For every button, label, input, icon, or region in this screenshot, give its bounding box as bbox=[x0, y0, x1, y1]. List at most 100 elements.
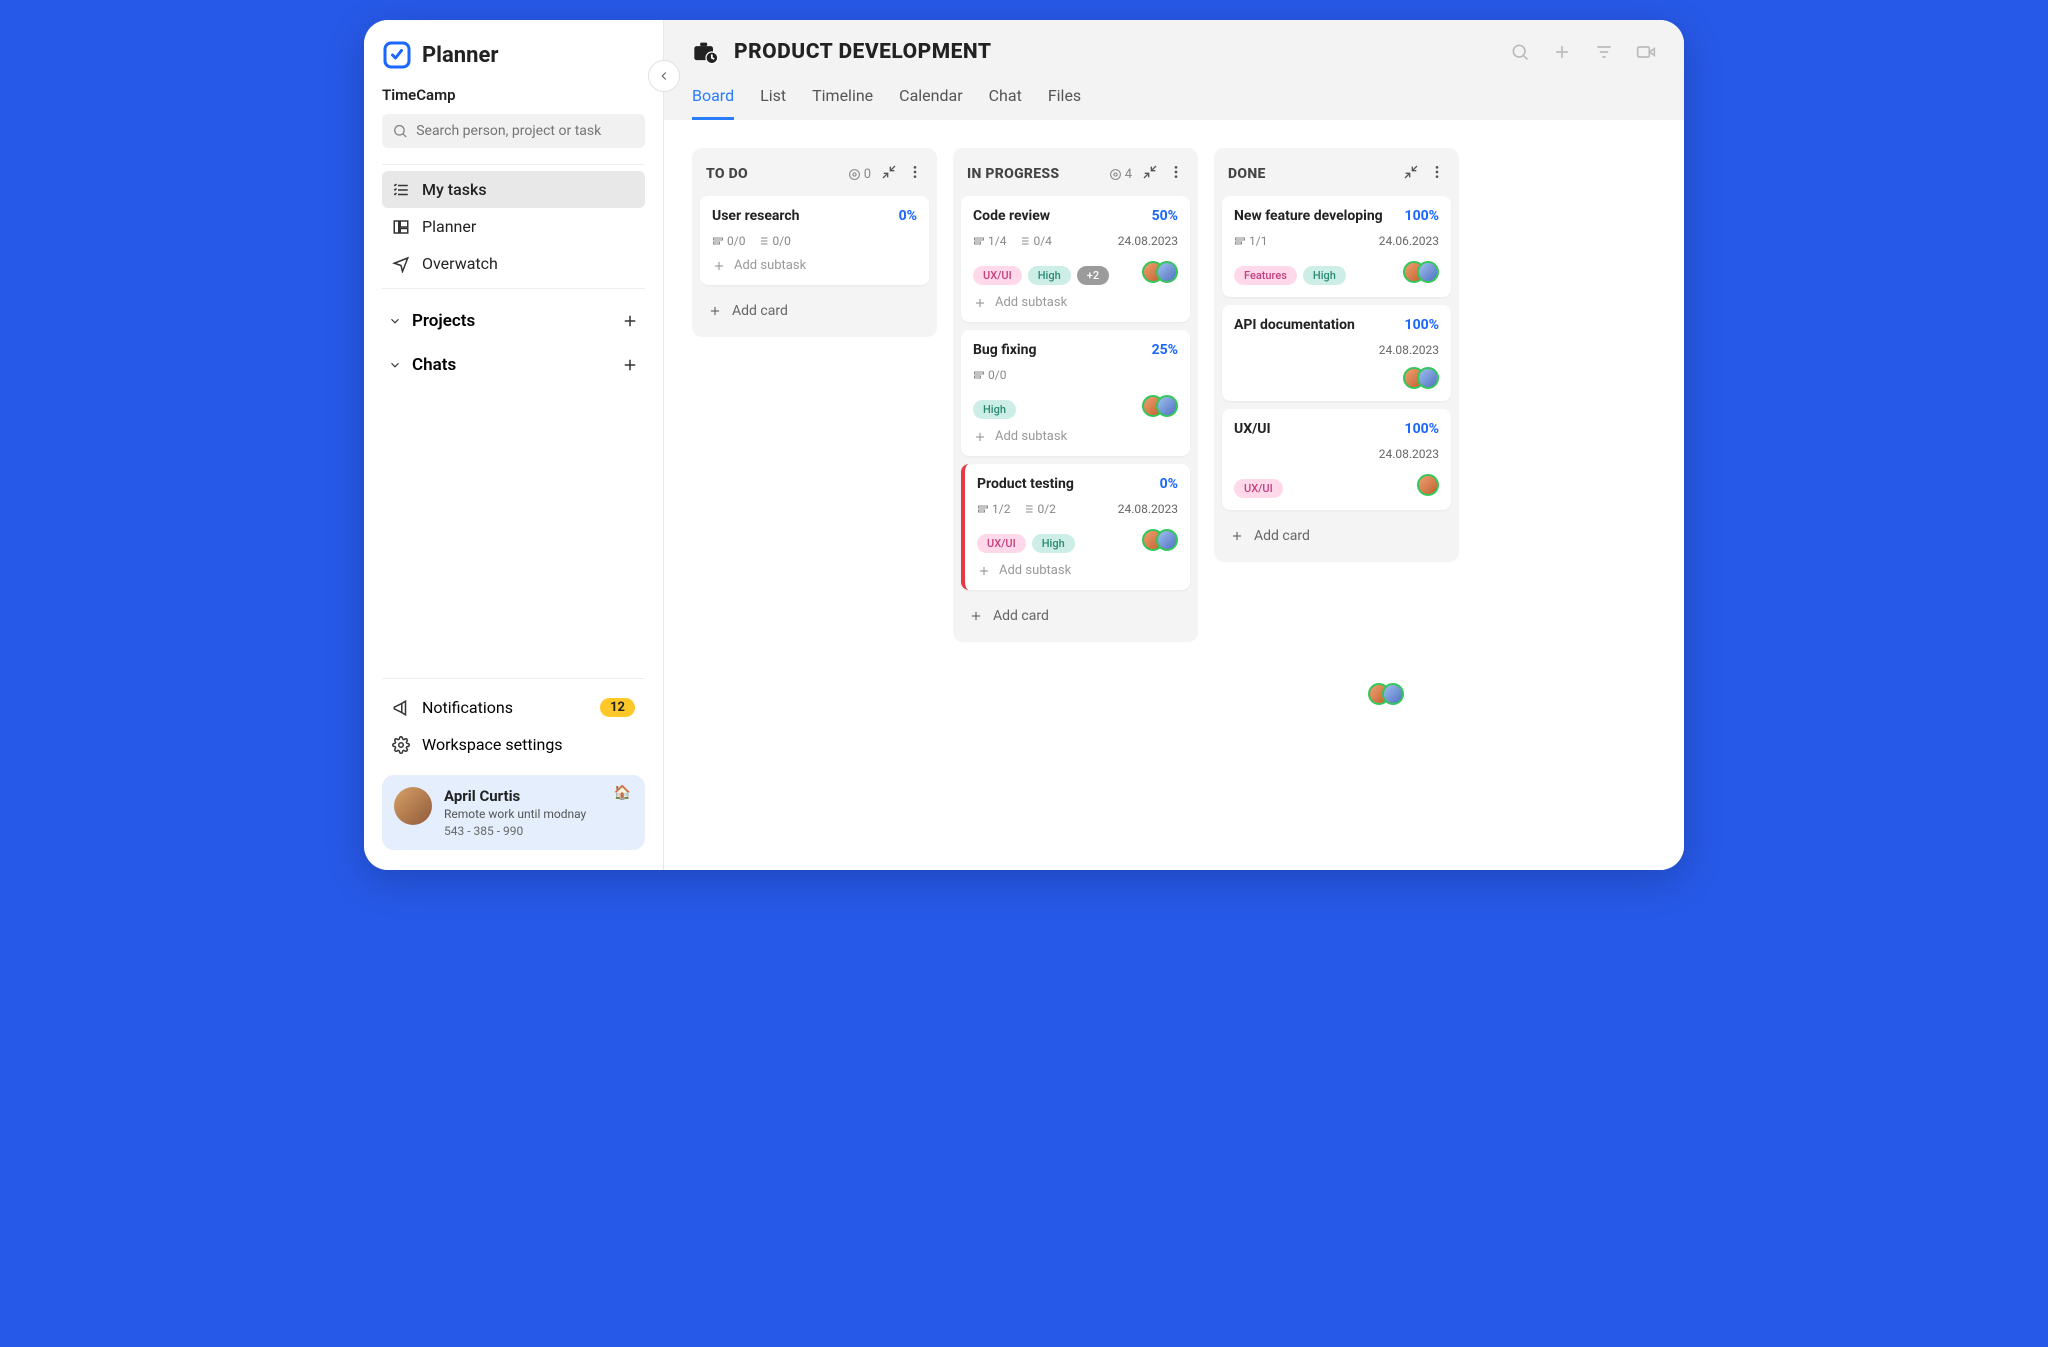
avatars[interactable] bbox=[1403, 367, 1439, 389]
task-card[interactable]: API documentation100%24.08.2023 bbox=[1222, 305, 1451, 401]
card-title: API documentation bbox=[1234, 317, 1355, 333]
add-card-button[interactable]: Add card bbox=[961, 598, 1190, 634]
tab-calendar[interactable]: Calendar bbox=[899, 80, 962, 120]
avatars[interactable] bbox=[1142, 395, 1178, 417]
avatar[interactable] bbox=[1156, 395, 1178, 417]
avatars[interactable] bbox=[1403, 261, 1439, 283]
column-header: DONE bbox=[1222, 156, 1451, 196]
task-card[interactable]: UX/UI100%24.08.2023UX/UI bbox=[1222, 409, 1451, 510]
tag[interactable]: High bbox=[1303, 266, 1346, 285]
task-card[interactable]: User research0%0/00/0Add subtask bbox=[700, 196, 929, 285]
task-card[interactable]: Code review50%1/40/424.08.2023UX/UIHigh+… bbox=[961, 196, 1190, 322]
sidebar-collapse-button[interactable] bbox=[648, 60, 680, 92]
chevron-down-icon bbox=[388, 358, 402, 372]
collapse-icon[interactable] bbox=[1142, 164, 1158, 184]
add-card-button[interactable]: Add card bbox=[700, 293, 929, 329]
card-title: UX/UI bbox=[1234, 421, 1271, 437]
search-bar[interactable] bbox=[382, 114, 645, 148]
more-icon[interactable] bbox=[907, 164, 923, 184]
tag[interactable]: UX/UI bbox=[1234, 479, 1283, 498]
plus-icon[interactable] bbox=[621, 312, 639, 330]
nav-my-tasks[interactable]: My tasks bbox=[382, 171, 645, 208]
top-header: PRODUCT DEVELOPMENT Board List Timeline Cal… bbox=[664, 20, 1684, 120]
column-title: IN PROGRESS bbox=[967, 166, 1059, 182]
column-title: DONE bbox=[1228, 166, 1266, 182]
tag[interactable]: UX/UI bbox=[977, 534, 1026, 553]
tab-files[interactable]: Files bbox=[1048, 80, 1081, 120]
nav-label: Overwatch bbox=[422, 254, 498, 273]
avatar[interactable] bbox=[1156, 261, 1178, 283]
card-title: Code review bbox=[973, 208, 1050, 224]
tag[interactable]: UX/UI bbox=[973, 266, 1022, 285]
tag[interactable]: +2 bbox=[1077, 266, 1109, 285]
column-header: TO DO 0 bbox=[700, 156, 929, 196]
nav-label: My tasks bbox=[422, 180, 487, 199]
card-percent: 25% bbox=[1152, 342, 1178, 358]
workspace-settings-button[interactable]: Workspace settings bbox=[382, 726, 645, 763]
chevron-down-icon bbox=[388, 314, 402, 328]
floating-avatars[interactable] bbox=[1368, 683, 1404, 705]
logo-icon bbox=[382, 40, 412, 70]
card-percent: 50% bbox=[1152, 208, 1178, 224]
tag[interactable]: High bbox=[1032, 534, 1075, 553]
tag[interactable]: Features bbox=[1234, 266, 1297, 285]
avatars[interactable] bbox=[1142, 529, 1178, 551]
tag[interactable]: High bbox=[973, 400, 1016, 419]
collapse-icon[interactable] bbox=[881, 164, 897, 184]
column-count: 4 bbox=[1109, 167, 1132, 182]
page-title: PRODUCT DEVELOPMENT bbox=[734, 40, 992, 64]
tasks-icon bbox=[392, 181, 410, 199]
notifications-button[interactable]: Notifications 12 bbox=[382, 689, 645, 726]
tab-chat[interactable]: Chat bbox=[989, 80, 1022, 120]
logo: Planner bbox=[382, 40, 645, 70]
video-icon[interactable] bbox=[1636, 42, 1656, 62]
section-projects[interactable]: Projects bbox=[382, 299, 645, 343]
nav-planner[interactable]: Planner bbox=[382, 208, 645, 245]
sidebar: Planner TimeCamp My tasks Planner Overwa… bbox=[364, 20, 664, 870]
tabs: Board List Timeline Calendar Chat Files bbox=[692, 80, 1656, 120]
card-counts: 1/20/2 bbox=[977, 502, 1056, 516]
add-card-button[interactable]: Add card bbox=[1222, 518, 1451, 554]
task-card[interactable]: Bug fixing25%0/0HighAdd subtask bbox=[961, 330, 1190, 456]
user-card[interactable]: April Curtis Remote work until modnay 54… bbox=[382, 775, 645, 850]
tag[interactable]: High bbox=[1028, 266, 1071, 285]
nav-label: Planner bbox=[422, 217, 476, 236]
tab-timeline[interactable]: Timeline bbox=[812, 80, 873, 120]
add-subtask-button[interactable]: Add subtask bbox=[973, 429, 1178, 444]
column: TO DO 0 User research0%0/00/0Add subtask… bbox=[692, 148, 937, 337]
card-date: 24.08.2023 bbox=[1379, 447, 1439, 461]
app-window: Planner TimeCamp My tasks Planner Overwa… bbox=[364, 20, 1684, 870]
card-title: Bug fixing bbox=[973, 342, 1036, 358]
user-name: April Curtis bbox=[444, 787, 586, 805]
search-icon[interactable] bbox=[1510, 42, 1530, 62]
avatar[interactable] bbox=[1417, 474, 1439, 496]
avatar[interactable] bbox=[1417, 367, 1439, 389]
more-icon[interactable] bbox=[1429, 164, 1445, 184]
card-percent: 100% bbox=[1405, 208, 1439, 224]
plus-icon[interactable] bbox=[621, 356, 639, 374]
section-label: Chats bbox=[412, 355, 456, 375]
avatars[interactable] bbox=[1142, 261, 1178, 283]
nav-overwatch[interactable]: Overwatch bbox=[382, 245, 645, 282]
card-title: New feature developing bbox=[1234, 208, 1383, 224]
add-subtask-button[interactable]: Add subtask bbox=[977, 563, 1178, 578]
add-subtask-button[interactable]: Add subtask bbox=[973, 295, 1178, 310]
collapse-icon[interactable] bbox=[1403, 164, 1419, 184]
avatars[interactable] bbox=[1417, 474, 1439, 496]
section-chats[interactable]: Chats bbox=[382, 343, 645, 387]
tab-board[interactable]: Board bbox=[692, 80, 734, 120]
avatar[interactable] bbox=[1417, 261, 1439, 283]
more-icon[interactable] bbox=[1168, 164, 1184, 184]
avatar[interactable] bbox=[1156, 529, 1178, 551]
app-name: Planner bbox=[422, 43, 498, 68]
user-phone: 543 - 385 - 990 bbox=[444, 824, 586, 838]
settings-label: Workspace settings bbox=[422, 735, 563, 754]
tab-list[interactable]: List bbox=[760, 80, 786, 120]
task-card[interactable]: New feature developing100%1/124.06.2023F… bbox=[1222, 196, 1451, 297]
user-status: Remote work until modnay bbox=[444, 807, 586, 821]
task-card[interactable]: Product testing0%1/20/224.08.2023UX/UIHi… bbox=[961, 464, 1190, 590]
plus-icon[interactable] bbox=[1552, 42, 1572, 62]
search-input[interactable] bbox=[416, 123, 635, 139]
filter-icon[interactable] bbox=[1594, 42, 1614, 62]
add-subtask-button[interactable]: Add subtask bbox=[712, 258, 917, 273]
